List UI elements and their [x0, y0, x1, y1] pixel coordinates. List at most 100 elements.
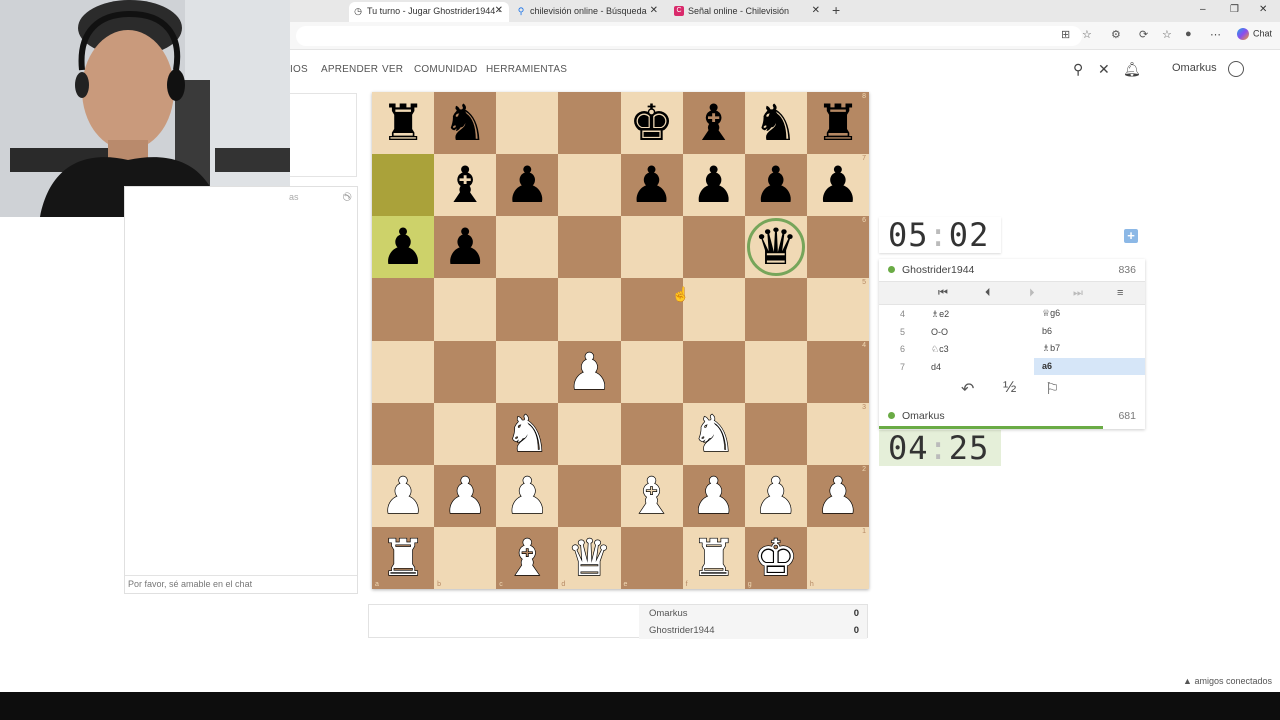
square-e8[interactable]: ♚ — [620, 92, 683, 155]
sync-icon[interactable]: ⟳ — [1139, 28, 1148, 41]
square-d2[interactable] — [558, 464, 621, 527]
square-h2[interactable]: 2 ♟ — [806, 464, 869, 527]
square-g3[interactable] — [744, 402, 807, 465]
square-a7[interactable] — [372, 154, 435, 217]
window-close-icon[interactable]: ✕ — [1259, 4, 1267, 15]
user-avatar-icon[interactable] — [1228, 61, 1244, 77]
square-c4[interactable] — [496, 340, 559, 403]
prev-move-icon[interactable]: ⏴ — [985, 287, 991, 300]
square-b7[interactable]: ♝ — [434, 154, 497, 217]
square-e4[interactable] — [620, 340, 683, 403]
square-d6[interactable] — [558, 216, 621, 279]
chess-board[interactable]: ♜ ♞ ♚ ♝ ♞ 8 ♜ ♝ ♟ ♟ ♟ ♟ 7 ♟ ♟ ♟ ♛ 6 5 ♟ 4 ♞ ♞ 3 ♟ ♟ ♟ ♝ ♟ ♟ 2 ♟ a ♜ b c ♝ d ♛ e… — [372, 92, 869, 589]
square-a6[interactable]: ♟ — [372, 216, 435, 279]
profile-icon[interactable]: ● — [1185, 28, 1192, 40]
menu-icon[interactable]: ≡ — [1117, 287, 1123, 299]
close-icon[interactable]: ✕ — [495, 2, 503, 20]
tab-search[interactable]: ⚲ chilevisión online - Búsqueda ✕ — [512, 2, 664, 22]
square-h8[interactable]: 8 ♜ — [806, 92, 869, 155]
nav-item[interactable]: IOS — [290, 64, 308, 75]
square-d4[interactable]: ♟ — [558, 340, 621, 403]
close-icon[interactable]: ✕ — [812, 2, 820, 20]
black-pawn-icon[interactable]: ♟ — [816, 160, 861, 210]
square-h6[interactable]: 6 — [806, 216, 869, 279]
black-pawn-icon[interactable]: ♟ — [381, 222, 426, 272]
app-icon[interactable]: ⊞ — [1061, 28, 1070, 41]
square-f7[interactable]: ♟ — [682, 154, 745, 217]
square-b8[interactable]: ♞ — [434, 92, 497, 155]
square-g5[interactable] — [744, 278, 807, 341]
black-knight-icon[interactable]: ♞ — [753, 98, 798, 148]
nav-item-watch[interactable]: VER — [382, 64, 403, 75]
square-f4[interactable] — [682, 340, 745, 403]
white-pawn-icon[interactable]: ♟ — [691, 470, 737, 521]
black-pawn-icon[interactable]: ♟ — [691, 160, 736, 210]
square-f8[interactable]: ♝ — [682, 92, 745, 155]
square-d3[interactable] — [558, 402, 621, 465]
player-name[interactable]: Omarkus — [902, 410, 945, 422]
white-pawn-icon[interactable]: ♟ — [442, 470, 488, 521]
white-queen-icon[interactable]: ♛ — [566, 532, 612, 583]
square-b1[interactable]: b — [434, 526, 497, 589]
takeback-icon[interactable]: ↶ — [961, 379, 974, 399]
next-move-icon[interactable]: ⏵ — [1029, 287, 1035, 300]
square-a1[interactable]: a ♜ — [372, 526, 435, 589]
favorites-icon[interactable]: ☆ — [1162, 28, 1172, 41]
square-g2[interactable]: ♟ — [744, 464, 807, 527]
white-move[interactable]: ♘c3 — [931, 344, 949, 355]
square-e1[interactable]: e — [620, 526, 683, 589]
white-move[interactable]: O-O — [931, 327, 948, 337]
extension-icon[interactable]: ⚙ — [1111, 28, 1121, 41]
white-move[interactable]: ♗e2 — [931, 309, 949, 320]
black-bishop-icon[interactable]: ♝ — [443, 160, 488, 210]
white-rook-icon[interactable]: ♜ — [691, 532, 737, 583]
white-pawn-icon[interactable]: ♟ — [380, 470, 426, 521]
tab-play-game[interactable]: ◷ Tu turno - Jugar Ghostrider1944 · ✕ — [349, 2, 509, 22]
square-c8[interactable] — [496, 92, 559, 155]
square-g8[interactable]: ♞ — [744, 92, 807, 155]
square-b2[interactable]: ♟ — [434, 464, 497, 527]
black-king-icon[interactable]: ♚ — [629, 98, 674, 148]
new-tab-icon[interactable]: + — [832, 2, 840, 18]
black-pawn-icon[interactable]: ♟ — [505, 160, 550, 210]
square-f3[interactable]: ♞ — [682, 402, 745, 465]
square-a4[interactable] — [372, 340, 435, 403]
square-c5[interactable] — [496, 278, 559, 341]
square-b3[interactable] — [434, 402, 497, 465]
white-pawn-icon[interactable]: ♟ — [566, 346, 612, 397]
black-rook-icon[interactable]: ♜ — [381, 98, 426, 148]
black-rook-icon[interactable]: ♜ — [816, 98, 861, 148]
square-d8[interactable] — [558, 92, 621, 155]
white-rook-icon[interactable]: ♜ — [380, 532, 426, 583]
first-move-icon[interactable]: ⏮ — [938, 287, 948, 300]
username[interactable]: Omarkus — [1172, 62, 1217, 74]
square-c7[interactable]: ♟ — [496, 154, 559, 217]
black-pawn-icon[interactable]: ♟ — [629, 160, 674, 210]
white-pawn-icon[interactable]: ♟ — [504, 470, 550, 521]
square-a8[interactable]: ♜ — [372, 92, 435, 155]
nav-item-tools[interactable]: HERRAMIENTAS — [486, 64, 567, 75]
square-a3[interactable] — [372, 402, 435, 465]
chat-input[interactable]: Por favor, sé amable en el chat — [125, 575, 357, 593]
square-f6[interactable] — [682, 216, 745, 279]
square-e3[interactable] — [620, 402, 683, 465]
black-move[interactable]: b6 — [1034, 323, 1145, 341]
white-knight-icon[interactable]: ♞ — [504, 408, 550, 459]
close-icon[interactable]: ✕ — [650, 2, 658, 20]
minimize-icon[interactable]: – — [1200, 4, 1206, 15]
black-pawn-icon[interactable]: ♟ — [443, 222, 488, 272]
more-icon[interactable]: ⋯ — [1210, 28, 1221, 41]
nav-item-community[interactable]: COMUNIDAD — [414, 64, 477, 75]
friends-online-toggle[interactable]: ▲ amigos conectados — [1183, 676, 1272, 686]
black-pawn-icon[interactable]: ♟ — [753, 160, 798, 210]
black-move[interactable]: a6 — [1034, 357, 1145, 375]
opponent-name[interactable]: Ghostrider1944 — [902, 264, 974, 276]
square-d7[interactable] — [558, 154, 621, 217]
square-c6[interactable] — [496, 216, 559, 279]
square-g4[interactable] — [744, 340, 807, 403]
square-g6[interactable]: ♛ — [744, 216, 807, 279]
square-h3[interactable]: 3 — [806, 402, 869, 465]
black-knight-icon[interactable]: ♞ — [443, 98, 488, 148]
square-d5[interactable] — [558, 278, 621, 341]
square-b6[interactable]: ♟ — [434, 216, 497, 279]
